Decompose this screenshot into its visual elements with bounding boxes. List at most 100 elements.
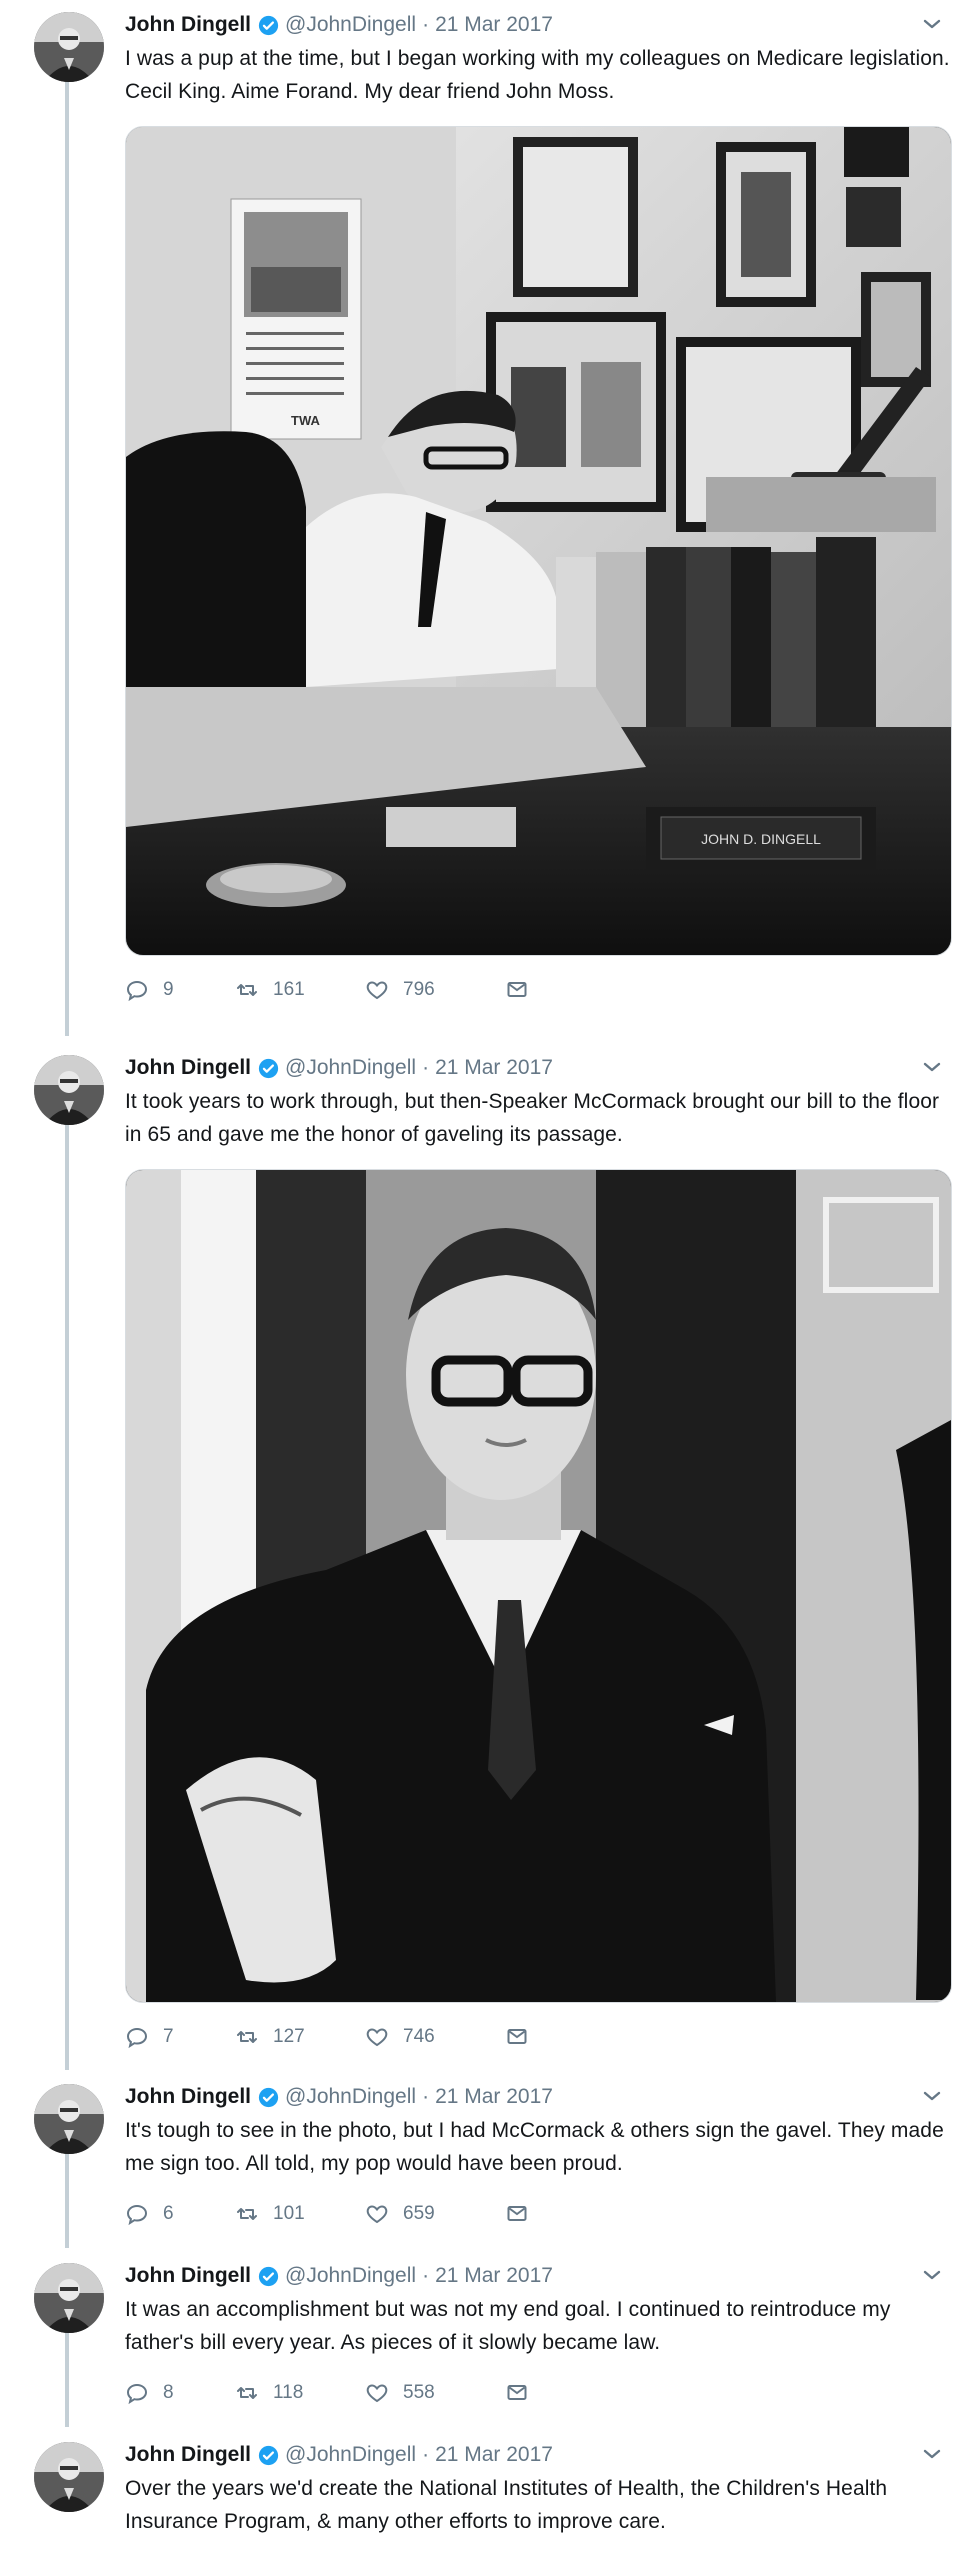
- retweet-icon: [237, 984, 257, 996]
- like-button[interactable]: 796: [365, 978, 505, 1002]
- direct-message-button[interactable]: [505, 2025, 543, 2049]
- verified-badge-icon: [258, 2087, 279, 2107]
- tweet-actions: 6 101 659: [125, 2200, 950, 2228]
- tweet-text: I was a pup at the time, but I began wor…: [125, 47, 950, 103]
- separator-dot: ·: [422, 13, 430, 36]
- tweet-header: John Dingell @JohnDingell · 21 Mar 2017: [125, 2263, 950, 2289]
- tweet-text: It took years to work through, but then-…: [125, 1090, 940, 1146]
- retweet-button[interactable]: 118: [235, 2381, 365, 2405]
- reply-count: 7: [163, 2026, 174, 2047]
- avatar-photo-icon: [34, 2442, 104, 2512]
- retweet-count: 161: [273, 979, 305, 1000]
- author-name[interactable]: John Dingell: [125, 2085, 251, 2109]
- calendar-logo: TWA: [291, 413, 320, 428]
- direct-message-button[interactable]: [505, 978, 543, 1002]
- author-name[interactable]: John Dingell: [125, 1056, 251, 1080]
- reply-icon: [126, 2383, 148, 2405]
- envelope-icon: [507, 2206, 527, 2221]
- author-handle[interactable]: @JohnDingell: [285, 2443, 416, 2467]
- tweet-photo-portrait[interactable]: [125, 1169, 952, 2003]
- author-name[interactable]: John Dingell: [125, 2443, 251, 2467]
- avatar-photo-icon: [34, 1055, 104, 1125]
- author-name[interactable]: John Dingell: [125, 2264, 251, 2288]
- retweet-button[interactable]: 127: [235, 2025, 365, 2049]
- thread-line-3: [65, 2146, 69, 2248]
- tweet-date[interactable]: 21 Mar 2017: [435, 13, 553, 37]
- author-handle[interactable]: @JohnDingell: [285, 1056, 416, 1080]
- tweet-actions: 8 118 558: [125, 2379, 950, 2407]
- avatar[interactable]: [34, 1055, 104, 1125]
- like-count: 746: [403, 2026, 435, 2047]
- chevron-down-icon[interactable]: [920, 2263, 944, 2287]
- retweet-icon: [237, 2031, 257, 2043]
- avatar[interactable]: [34, 2084, 104, 2154]
- retweet-count: 101: [273, 2203, 305, 2224]
- reply-button[interactable]: 7: [125, 2025, 235, 2049]
- author-name[interactable]: John Dingell: [125, 13, 251, 37]
- author-handle[interactable]: @JohnDingell: [285, 2085, 416, 2109]
- avatar-photo-icon: [34, 12, 104, 82]
- tweet-date[interactable]: 21 Mar 2017: [435, 1056, 553, 1080]
- chevron-down-icon[interactable]: [920, 12, 944, 36]
- reply-icon: [126, 980, 148, 1002]
- verified-badge-icon: [258, 15, 279, 35]
- like-count: 659: [403, 2203, 435, 2224]
- retweet-icon: [237, 2208, 257, 2220]
- avatar-photo-icon: [34, 2263, 104, 2333]
- like-count: 796: [403, 979, 435, 1000]
- heart-icon: [366, 2205, 388, 2224]
- like-button[interactable]: 558: [365, 2381, 505, 2405]
- tweet-header: John Dingell @JohnDingell · 21 Mar 2017: [125, 2084, 950, 2110]
- tweet-text: It's tough to see in the photo, but I ha…: [125, 2119, 944, 2175]
- avatar[interactable]: [34, 2263, 104, 2333]
- verified-badge-icon: [258, 1058, 279, 1078]
- author-handle[interactable]: @JohnDingell: [285, 13, 416, 37]
- avatar[interactable]: [34, 12, 104, 82]
- avatar-photo-icon: [34, 2084, 104, 2154]
- reply-button[interactable]: 8: [125, 2381, 235, 2405]
- chevron-down-icon[interactable]: [920, 2084, 944, 2108]
- reply-icon: [126, 2027, 148, 2049]
- separator-dot: ·: [422, 2085, 430, 2108]
- tweet-actions: 9 161 796: [125, 976, 950, 1004]
- retweet-button[interactable]: 101: [235, 2202, 365, 2226]
- tweet-header: John Dingell @JohnDingell · 21 Mar 2017: [125, 2442, 950, 2468]
- retweet-count: 118: [273, 2382, 304, 2403]
- tweet-actions: 7 127 746: [125, 2023, 950, 2051]
- tweet-date[interactable]: 21 Mar 2017: [435, 2085, 553, 2109]
- heart-icon: [366, 2384, 388, 2403]
- thread-line-1: [65, 78, 69, 1036]
- tweet-date[interactable]: 21 Mar 2017: [435, 2443, 553, 2467]
- reply-count: 9: [163, 979, 174, 1000]
- reply-button[interactable]: 6: [125, 2202, 235, 2226]
- thread-line-2: [65, 1110, 69, 2070]
- separator-dot: ·: [422, 2264, 430, 2287]
- retweet-button[interactable]: 161: [235, 978, 365, 1002]
- desk-nameplate: JOHN D. DINGELL: [701, 831, 821, 847]
- tweet-text: It was an accomplishment but was not my …: [125, 2298, 891, 2354]
- reply-count: 8: [163, 2382, 174, 2403]
- heart-icon: [366, 981, 388, 1000]
- verified-badge-icon: [258, 2266, 279, 2286]
- desk-photo-image: TWA JOHN D. DINGELL: [126, 127, 951, 955]
- envelope-icon: [507, 2029, 527, 2044]
- avatar[interactable]: [34, 2442, 104, 2512]
- reply-button[interactable]: 9: [125, 978, 235, 1002]
- like-button[interactable]: 659: [365, 2202, 505, 2226]
- author-handle[interactable]: @JohnDingell: [285, 2264, 416, 2288]
- tweet-header: John Dingell @JohnDingell · 21 Mar 2017: [125, 12, 950, 38]
- tweet-photo-desk[interactable]: TWA JOHN D. DINGELL: [125, 126, 952, 956]
- envelope-icon: [507, 982, 527, 997]
- portrait-photo-image: [126, 1170, 951, 2002]
- separator-dot: ·: [422, 2443, 430, 2466]
- direct-message-button[interactable]: [505, 2381, 543, 2405]
- direct-message-button[interactable]: [505, 2202, 543, 2226]
- tweet-date[interactable]: 21 Mar 2017: [435, 2264, 553, 2288]
- envelope-icon: [507, 2385, 527, 2400]
- tweet-text: Over the years we'd create the National …: [125, 2477, 888, 2533]
- retweet-count: 127: [273, 2026, 305, 2047]
- like-button[interactable]: 746: [365, 2025, 505, 2049]
- chevron-down-icon[interactable]: [920, 1055, 944, 1079]
- verified-badge-icon: [258, 2445, 279, 2465]
- chevron-down-icon[interactable]: [920, 2442, 944, 2466]
